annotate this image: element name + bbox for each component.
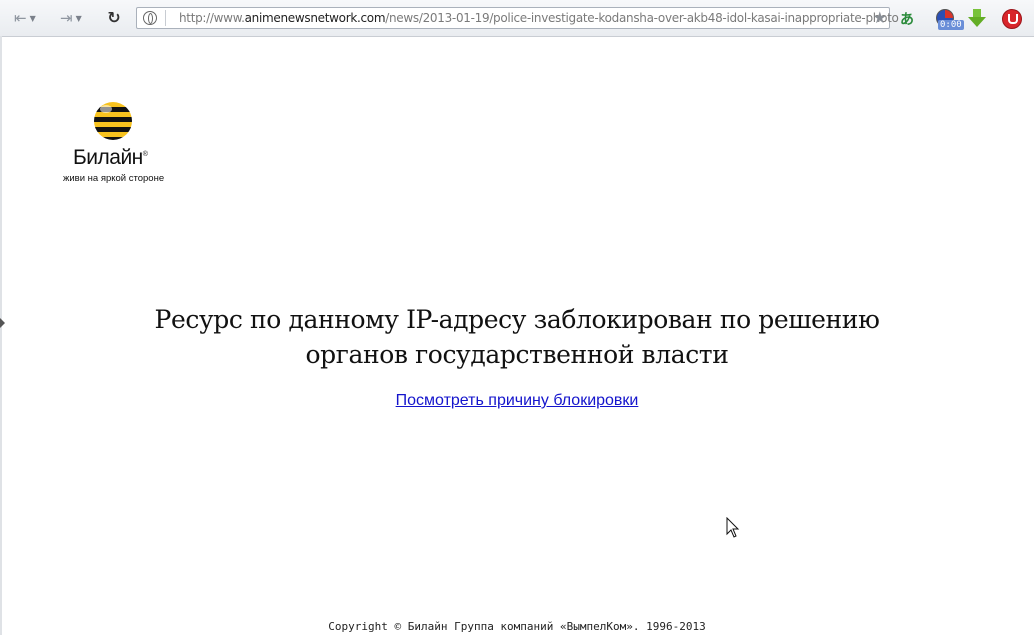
reload-icon[interactable]: ↻: [104, 8, 124, 28]
url-text[interactable]: http://www.animenewsnetwork.com/news/201…: [179, 11, 899, 25]
logo-tagline: живи на яркой стороне: [63, 173, 165, 184]
chevron-down-icon[interactable]: ▼: [30, 14, 36, 23]
forward-icon: ⇥: [60, 9, 73, 27]
block-notice-headline: Ресурс по данному IP-адресу заблокирован…: [0, 302, 1034, 372]
download-head: [968, 17, 986, 27]
download-arrow-icon[interactable]: [968, 9, 988, 29]
chevron-down-icon[interactable]: ▼: [76, 14, 82, 23]
mouse-cursor-icon: [726, 517, 740, 538]
beeline-logo: Билайн® живи на яркой стороне: [62, 102, 172, 184]
logo-name-text: Билайн: [73, 146, 143, 169]
logo-striped-ball: [94, 102, 132, 140]
block-reason-link[interactable]: Посмотреть причину блокировки: [396, 392, 639, 409]
back-button[interactable]: ⇤ ▼: [14, 8, 36, 28]
copyright-footer: Copyright © Билайн Группа компаний «Вымп…: [328, 620, 706, 633]
logo-registered-mark: ®: [142, 151, 148, 158]
url-path: /news/2013-01-19/police-investigate-koda…: [385, 11, 899, 25]
translate-icon[interactable]: あ: [900, 9, 920, 29]
globe-icon[interactable]: [143, 11, 157, 25]
timer-label: 0:00: [938, 20, 964, 30]
star-icon[interactable]: ★: [873, 8, 887, 27]
adblock-icon[interactable]: [1002, 9, 1022, 29]
back-icon: ⇤: [14, 9, 27, 27]
timer-icon[interactable]: 0:00: [936, 9, 964, 30]
headline-line-1: Ресурс по данному IP-адресу заблокирован…: [154, 305, 880, 334]
reason-link-container: Посмотреть причину блокировки: [0, 392, 1034, 410]
download-shaft: [973, 9, 981, 17]
logo-name: Билайн®: [73, 146, 148, 170]
browser-toolbar: ⇤ ▼ ⇥ ▼ ↻ http://www.animenewsnetwork.co…: [0, 0, 1034, 37]
headline-line-2: органов государственной власти: [305, 340, 729, 369]
forward-button[interactable]: ⇥ ▼: [60, 8, 82, 28]
url-prefix: http://www.: [179, 11, 245, 25]
url-divider: [165, 10, 166, 26]
url-domain: animenewsnetwork.com: [244, 11, 386, 25]
address-bar[interactable]: http://www.animenewsnetwork.com/news/201…: [136, 7, 899, 29]
